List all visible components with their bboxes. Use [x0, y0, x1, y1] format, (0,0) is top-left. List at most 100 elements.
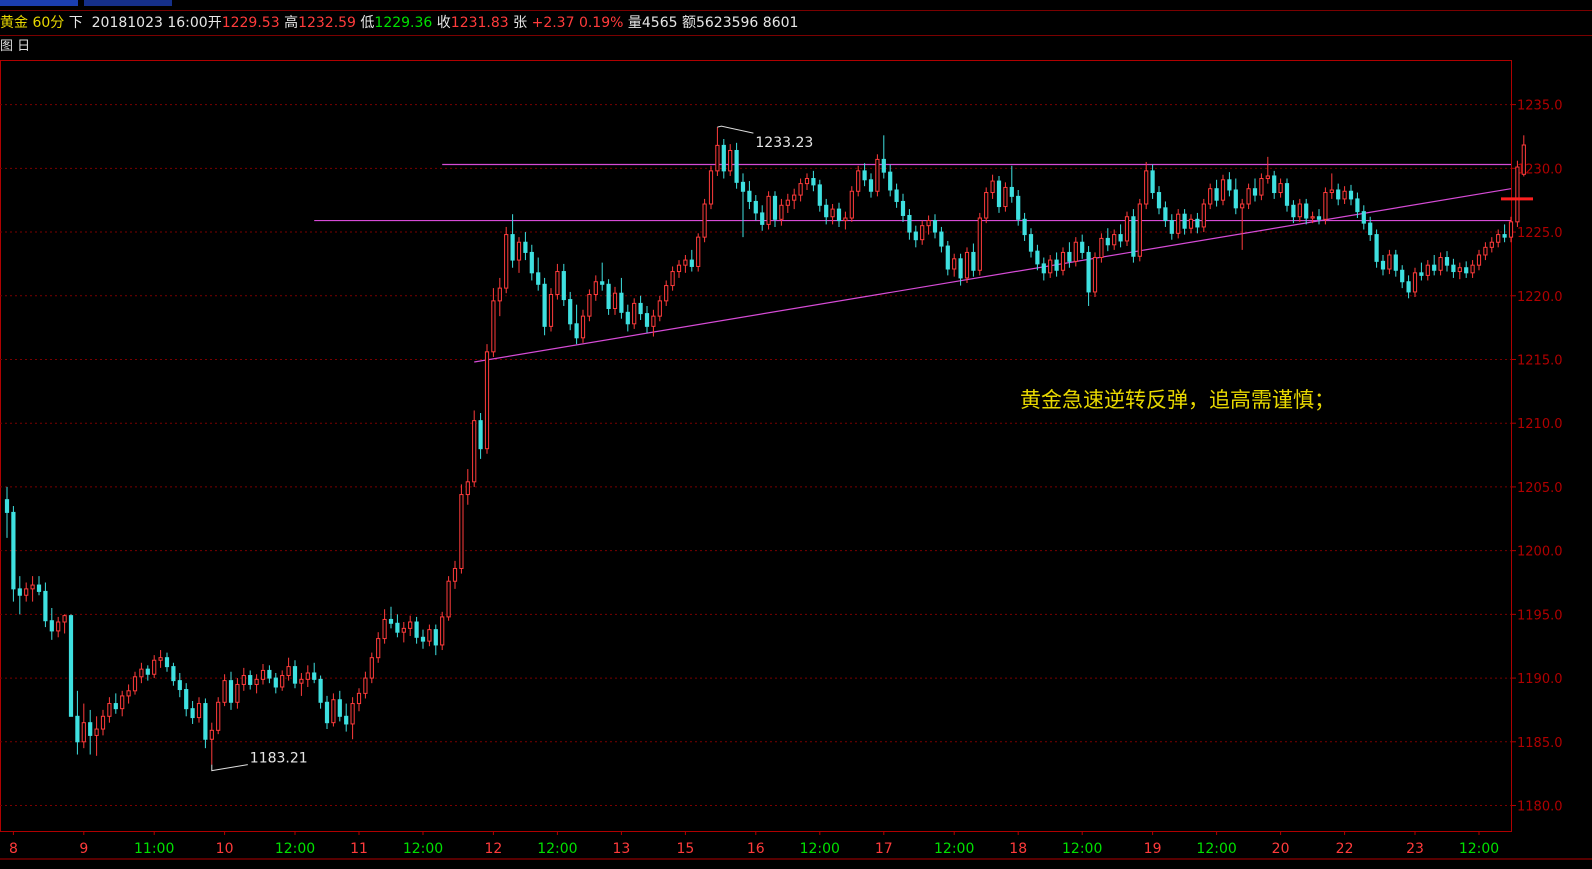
candle-body: [286, 666, 291, 677]
candle-body: [113, 703, 118, 710]
x-tick-label: 11:00: [134, 841, 174, 857]
candle-body: [164, 657, 170, 668]
candle-body: [132, 676, 138, 692]
low-value: 1229.36: [374, 15, 433, 31]
candle-body: [1099, 237, 1104, 259]
candle-body: [516, 241, 522, 261]
candle-body: [1176, 213, 1181, 234]
low-label: 低: [360, 15, 375, 31]
candle-body: [683, 259, 688, 266]
candle-body: [465, 481, 470, 496]
candle-body: [868, 179, 874, 192]
candle-body: [875, 158, 880, 192]
x-tick-label: 19: [1144, 841, 1162, 857]
candle-body: [312, 672, 317, 680]
candle-body: [1195, 218, 1200, 228]
candle-body: [1387, 254, 1392, 270]
window-top-strip: [0, 0, 1592, 8]
candle-body: [1355, 198, 1360, 213]
candle-body: [529, 251, 534, 274]
candle-body: [785, 199, 790, 206]
candle-body: [1457, 267, 1462, 273]
candle-body: [1092, 257, 1098, 293]
x-tick-label: 12:00: [1196, 841, 1236, 857]
period-label[interactable]: 60分: [32, 15, 64, 31]
candle-body: [1419, 272, 1424, 276]
candle-body: [574, 323, 579, 339]
amount-label: 额: [681, 15, 696, 31]
candle-body: [401, 627, 406, 633]
candle-body: [1297, 203, 1302, 218]
candle-body: [1009, 186, 1014, 197]
candle-body: [280, 675, 285, 688]
candle-body: [504, 234, 509, 289]
tab-second[interactable]: [84, 0, 172, 6]
candle-body: [1131, 216, 1136, 257]
candle-body: [459, 494, 464, 569]
candle-body: [1284, 183, 1290, 206]
candle-body: [651, 315, 656, 327]
candle-body: [721, 144, 726, 172]
candle-body: [56, 621, 61, 632]
y-tick-label: 1215.0: [1517, 353, 1563, 368]
candle-body: [1432, 264, 1437, 271]
extreme-marker-line: [211, 764, 248, 772]
candle-body: [568, 299, 573, 325]
open-label: 开: [207, 15, 222, 31]
candle-body: [1272, 175, 1277, 194]
candle-body: [734, 149, 739, 183]
candle-body: [17, 588, 22, 596]
candle-body: [427, 629, 432, 642]
candle-body: [363, 677, 368, 694]
candle-body: [1086, 251, 1091, 293]
candle-body: [881, 158, 886, 173]
candle-body: [1137, 203, 1142, 257]
x-tick-label: 12:00: [537, 841, 577, 857]
candle-body: [484, 351, 490, 450]
amount-value: 5623596 8601: [695, 15, 799, 31]
candle-body: [1028, 234, 1034, 252]
candle-body: [216, 701, 221, 731]
y-tick-label: 1205.0: [1517, 481, 1563, 496]
candle-body: [849, 190, 854, 219]
candle-body: [1112, 234, 1117, 246]
candle-body: [491, 300, 496, 353]
candle-body: [920, 225, 925, 241]
candle-body: [337, 699, 342, 717]
y-tick-label: 1200.0: [1517, 545, 1563, 560]
candle-body: [1054, 259, 1059, 271]
candle-body: [900, 200, 906, 216]
candle-body: [1003, 186, 1008, 208]
candle-body: [139, 668, 144, 678]
candle-body: [369, 657, 374, 679]
candle-body: [1374, 234, 1379, 262]
candle-body: [580, 315, 586, 339]
candle-body: [222, 680, 227, 703]
candle-body: [1163, 207, 1168, 222]
candle-body: [964, 251, 970, 279]
x-tick-label: 9: [79, 841, 88, 857]
candle-body: [932, 220, 938, 233]
candle-body: [190, 708, 195, 719]
candle-body: [11, 511, 16, 590]
x-tick-label: 12: [484, 841, 502, 857]
candle-body: [1233, 189, 1238, 209]
datetime-value: 20181023 16:00: [91, 15, 208, 31]
x-tick-label: 18: [1009, 841, 1027, 857]
candlestick-chart[interactable]: 1180.01185.01190.01195.01200.01205.01210…: [0, 58, 1592, 869]
candle-body: [49, 620, 54, 632]
candle-body: [292, 666, 298, 684]
candle-body: [171, 666, 176, 682]
candle-body: [94, 728, 99, 736]
x-tick-label: 15: [676, 841, 694, 857]
candle-body: [414, 621, 419, 638]
candle-body: [1393, 254, 1398, 271]
candle-body: [1425, 264, 1430, 276]
candle-body: [1521, 144, 1526, 175]
candle-body: [1304, 203, 1309, 219]
candle-body: [1470, 264, 1475, 274]
candle-body: [894, 189, 899, 202]
candle-body: [638, 302, 643, 315]
tab-active[interactable]: [0, 0, 78, 6]
chart-sub-toolbar[interactable]: 图 日: [0, 36, 30, 58]
